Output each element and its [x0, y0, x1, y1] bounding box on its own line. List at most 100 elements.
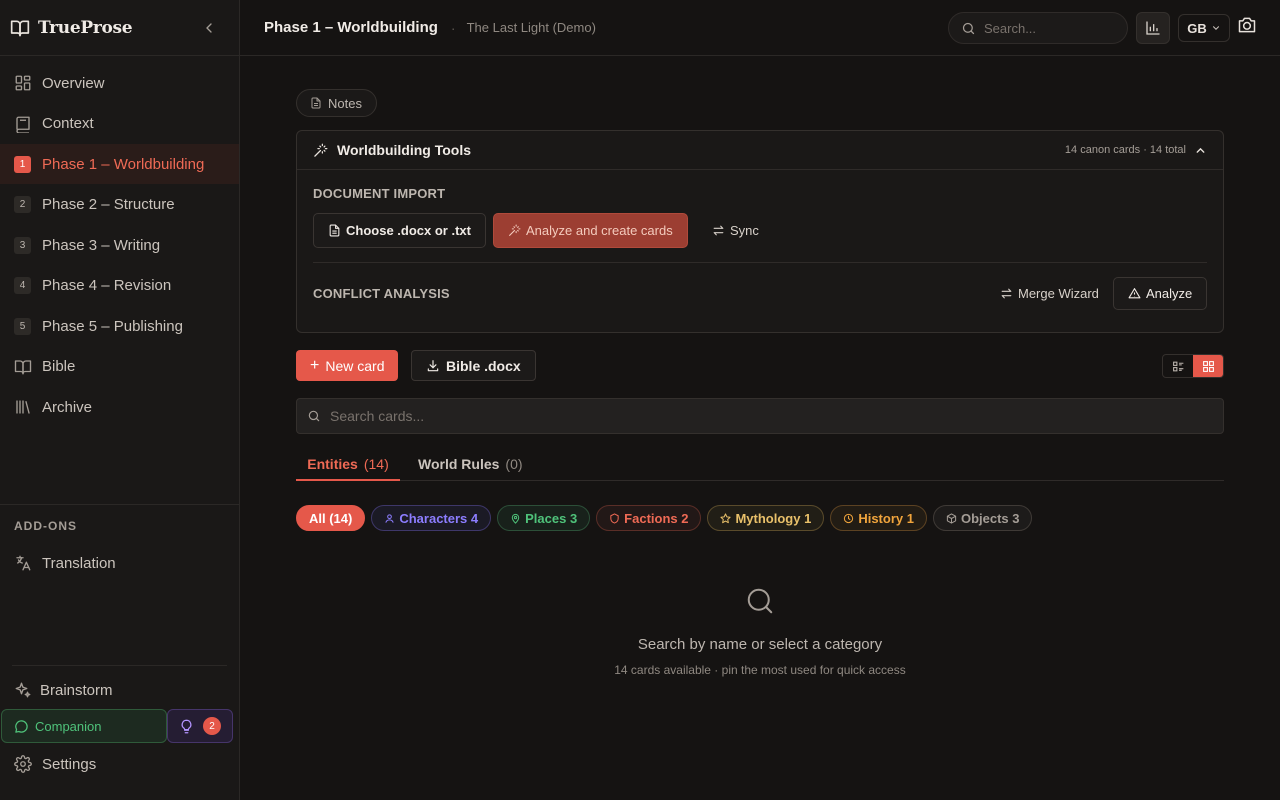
brainstorm-button[interactable]: Brainstorm — [0, 670, 239, 710]
divider — [313, 262, 1207, 263]
nav-item-label: Phase 4 – Revision — [42, 277, 172, 294]
filter-chip-objects[interactable]: Objects 3 — [932, 505, 1033, 531]
filter-chip-places[interactable]: Places 3 — [497, 505, 591, 531]
chip-label: History 1 — [858, 510, 914, 526]
nav-item-label: Translation — [42, 554, 116, 572]
arrows-exchange-icon — [712, 224, 725, 237]
top-header: Phase 1 – Worldbuilding · The Last Light… — [240, 0, 1280, 56]
gear-icon — [14, 755, 32, 773]
nav-item-context[interactable]: Context — [0, 104, 239, 144]
card-search — [296, 398, 1224, 434]
card-search-input[interactable] — [330, 408, 1190, 424]
settings-label: Settings — [42, 755, 97, 773]
chevron-left-icon[interactable] — [201, 20, 217, 36]
analyze-create-label: Analyze and create cards — [526, 223, 673, 238]
global-search — [948, 12, 1128, 44]
phase-number: 2 — [14, 196, 31, 213]
nav-item-phase-4[interactable]: 4 Phase 4 – Revision — [0, 266, 239, 306]
filter-chip-all[interactable]: All (14) — [296, 505, 366, 531]
grid-icon — [1202, 360, 1215, 373]
export-bible-button[interactable]: Bible .docx — [411, 350, 536, 381]
nav-item-label: Phase 1 – Worldbuilding — [42, 155, 205, 173]
analyze-conflicts-button[interactable]: Analyze — [1113, 277, 1208, 310]
plus-icon: + — [310, 356, 320, 374]
nav-item-label: Context — [42, 115, 94, 132]
file-text-icon — [328, 224, 341, 237]
conflict-analysis-heading: CONFLICT ANALYSIS — [313, 286, 450, 301]
ideas-button[interactable]: 2 — [167, 709, 233, 743]
category-filters: All (14) Characters 4 Places 3 Factions … — [296, 505, 1038, 531]
tools-panel-header[interactable]: Worldbuilding Tools 14 canon cards · 14 … — [297, 131, 1223, 170]
notes-button[interactable]: Notes — [296, 89, 377, 117]
worldbuilding-tools-panel: Worldbuilding Tools 14 canon cards · 14 … — [296, 130, 1224, 333]
card-tabs: Entities (14) World Rules (0) — [296, 450, 1224, 481]
nav-item-label: Phase 3 – Writing — [42, 236, 161, 254]
empty-state-hint: 14 cards available · pin the most used f… — [614, 663, 906, 677]
nav-item-overview[interactable]: Overview — [0, 63, 239, 103]
nav-item-archive[interactable]: Archive — [0, 387, 239, 427]
box-icon — [946, 512, 957, 524]
empty-state: Search by name or select a category 14 c… — [296, 586, 1224, 677]
filter-chip-mythology[interactable]: Mythology 1 — [707, 505, 825, 531]
phase-number: 3 — [14, 236, 31, 254]
choose-file-button[interactable]: Choose .docx or .txt — [313, 213, 486, 248]
user-icon — [384, 513, 395, 524]
sync-button[interactable]: Sync — [706, 213, 765, 248]
star-icon — [720, 512, 732, 524]
list-view-button[interactable] — [1163, 355, 1193, 377]
nav-item-label: Phase 5 – Publishing — [42, 317, 183, 335]
filter-chip-characters[interactable]: Characters 4 — [371, 505, 492, 531]
statistics-button[interactable] — [1136, 12, 1170, 44]
warning-triangle-icon — [1128, 287, 1141, 300]
title-separator: · — [450, 19, 456, 36]
global-search-input[interactable] — [984, 20, 1114, 36]
tab-label: World Rules — [418, 456, 500, 472]
companion-button[interactable]: Companion — [1, 709, 167, 743]
empty-state-message: Search by name or select a category — [637, 636, 883, 653]
nav-item-phase-1[interactable]: 1 Phase 1 – Worldbuilding — [0, 144, 239, 184]
tab-count: (14) — [363, 456, 389, 472]
filter-chip-factions[interactable]: Factions 2 — [596, 505, 702, 531]
lightbulb-icon — [179, 719, 194, 734]
nav-item-phase-2[interactable]: 2 Phase 2 – Structure — [0, 185, 239, 225]
chat-bubble-icon — [14, 719, 29, 734]
brainstorm-label: Brainstorm — [40, 681, 113, 699]
book-open-icon — [10, 18, 30, 38]
chip-label: Objects 3 — [960, 510, 1020, 526]
merge-wizard-button[interactable]: Merge Wizard — [994, 277, 1105, 310]
divider — [0, 504, 239, 505]
book-icon — [14, 115, 32, 133]
magic-wand-icon — [313, 143, 328, 158]
nav-item-phase-3[interactable]: 3 Phase 3 – Writing — [0, 225, 239, 265]
merge-wizard-label: Merge Wizard — [1018, 286, 1099, 301]
grid-view-button[interactable] — [1193, 355, 1223, 377]
canon-card-count: 14 canon cards · 14 total — [1064, 144, 1186, 156]
analyze-create-cards-button[interactable]: Analyze and create cards — [493, 213, 688, 248]
search-icon — [745, 586, 775, 616]
companion-label: Companion — [35, 718, 102, 734]
shield-icon — [609, 512, 620, 524]
tab-label: Entities — [307, 456, 358, 472]
main-nav: Overview Context 1 Phase 1 – Worldbuildi… — [0, 63, 239, 428]
chip-label: Mythology 1 — [735, 510, 812, 526]
chevron-up-icon[interactable] — [1194, 144, 1207, 157]
ideas-count-badge: 2 — [203, 717, 221, 735]
chip-label: Factions 2 — [624, 510, 689, 526]
view-mode-toggle — [1162, 354, 1224, 378]
tab-world-rules[interactable]: World Rules (0) — [418, 450, 523, 481]
nav-item-translation[interactable]: Translation — [0, 543, 239, 583]
nav-item-bible[interactable]: Bible — [0, 347, 239, 387]
bar-chart-icon — [1145, 20, 1161, 36]
list-icon — [1172, 360, 1185, 373]
nav-item-settings[interactable]: Settings — [0, 744, 239, 784]
new-card-button[interactable]: + New card — [296, 350, 399, 381]
nav-item-phase-5[interactable]: 5 Phase 5 – Publishing — [0, 306, 239, 346]
language-selector[interactable]: GB — [1178, 14, 1230, 42]
divider — [12, 665, 227, 666]
filter-chip-history[interactable]: History 1 — [830, 505, 927, 531]
camera-icon[interactable] — [1237, 15, 1257, 35]
brand-name: TrueProse — [38, 17, 133, 38]
translate-icon — [14, 554, 32, 572]
tab-entities[interactable]: Entities (14) — [296, 450, 400, 481]
tab-count: (0) — [505, 456, 523, 472]
